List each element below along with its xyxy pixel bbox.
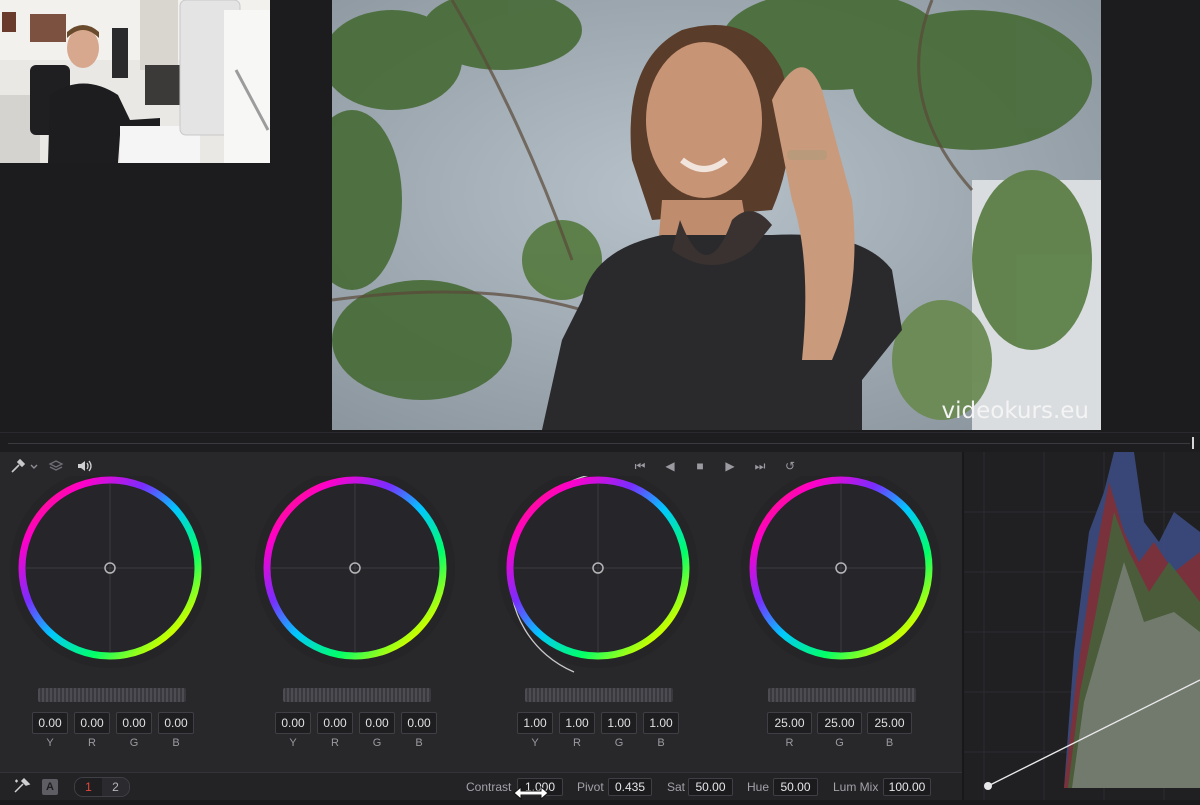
offset-fields: 25.00 R 25.00 G 25.00 B [767,712,912,749]
hue-field[interactable]: 50.00 [773,778,818,796]
lift-color-wheel[interactable] [0,476,232,686]
gain-color-wheel[interactable] [476,476,720,686]
auto-color-button[interactable]: A [42,779,58,795]
lift-field-b: 0.00 B [158,712,194,749]
gamma-field-r: 0.00 R [317,712,353,749]
sat-field[interactable]: 50.00 [688,778,733,796]
contrast-label: Contrast [466,780,512,794]
skip-to-end-icon[interactable]: ⏭ [750,458,770,474]
webcam-inset [0,0,270,163]
chevron-down-icon[interactable] [29,458,39,478]
lift-wheel-group: 0.00 Y 0.00 R 0.00 G 0.00 B [0,476,232,776]
lum-mix-label: Lum Mix [833,780,879,794]
lift-field-r: 0.00 R [74,712,110,749]
histogram-curve[interactable] [964,452,1200,800]
gamma-field-b: 0.00 B [401,712,437,749]
gain-field-y: 1.00 Y [517,712,553,749]
gamma-field-g: 0.00 G [359,712,395,749]
timeline-scrubber[interactable] [0,432,1200,452]
offset-wheel-group: 25.00 R 25.00 G 25.00 B [719,476,963,776]
video-viewer[interactable]: videokurs.eu [332,0,1101,430]
offset-field-b: 25.00 B [867,712,912,749]
gamma-field-y: 0.00 Y [275,712,311,749]
viewer-area: videokurs.eu [0,0,1200,432]
auto-balance-icon[interactable] [12,777,32,800]
gamma-wheel-group: 0.00 Y 0.00 R 0.00 G 0.00 B [233,476,477,776]
gain-wheel-group: 1.00 Y 1.00 R 1.00 G 1.00 B [476,476,720,776]
gamma-fields: 0.00 Y 0.00 R 0.00 G 0.00 B [275,712,437,749]
offset-color-wheel[interactable] [719,476,963,686]
eyedropper-icon[interactable] [10,458,26,478]
watermark: videokurs.eu [941,398,1090,424]
primaries-bottom-bar: A 1 2 Contrast 1.000 Pivot 0.435 Sat 50.… [0,772,962,800]
lum-mix-field[interactable]: 100.00 [883,778,931,796]
page-1-button[interactable]: 1 [75,778,102,796]
offset-field-g: 25.00 G [817,712,862,749]
play-icon[interactable]: ▶ [720,458,740,474]
pivot-field[interactable]: 0.435 [608,778,652,796]
offset-field-r: 25.00 R [767,712,812,749]
primaries-page-switch: 1 2 [74,777,130,797]
sat-label: Sat [667,780,686,794]
lift-fields: 0.00 Y 0.00 R 0.00 G 0.00 B [32,712,194,749]
offset-master-slider[interactable] [768,688,916,702]
transport-controls: ⏮ ◀ ■ ▶ ⏭ ↺ [630,458,800,474]
gain-fields: 1.00 Y 1.00 R 1.00 G 1.00 B [517,712,679,749]
color-wheels-panel: ⏮ ◀ ■ ▶ ⏭ ↺ 0.00Y 0.00R 0.00G 0.00B [0,452,962,800]
stop-icon[interactable]: ■ [690,458,710,474]
gain-master-slider[interactable] [525,688,673,702]
layers-icon[interactable] [48,458,64,478]
hue-label: Hue [747,780,770,794]
skip-to-start-icon[interactable]: ⏮ [630,458,650,474]
gain-field-r: 1.00 R [559,712,595,749]
pivot-label: Pivot [577,780,604,794]
speaker-icon[interactable] [76,458,94,478]
curve-black-point [984,782,992,790]
lift-field-g: 0.00 G [116,712,152,749]
lift-master-slider[interactable] [38,688,186,702]
resize-cursor-icon [512,785,550,805]
page-2-button[interactable]: 2 [102,778,129,796]
timeline-track[interactable] [8,443,1190,444]
play-reverse-icon[interactable]: ◀ [660,458,680,474]
loop-icon[interactable]: ↺ [780,458,800,474]
gain-field-b: 1.00 B [643,712,679,749]
curves-scope-panel[interactable] [962,452,1200,800]
gamma-color-wheel[interactable] [233,476,477,686]
gain-field-g: 1.00 G [601,712,637,749]
gamma-master-slider[interactable] [283,688,431,702]
lift-field-y: 0.00 Y [32,712,68,749]
playhead[interactable] [1192,437,1194,449]
